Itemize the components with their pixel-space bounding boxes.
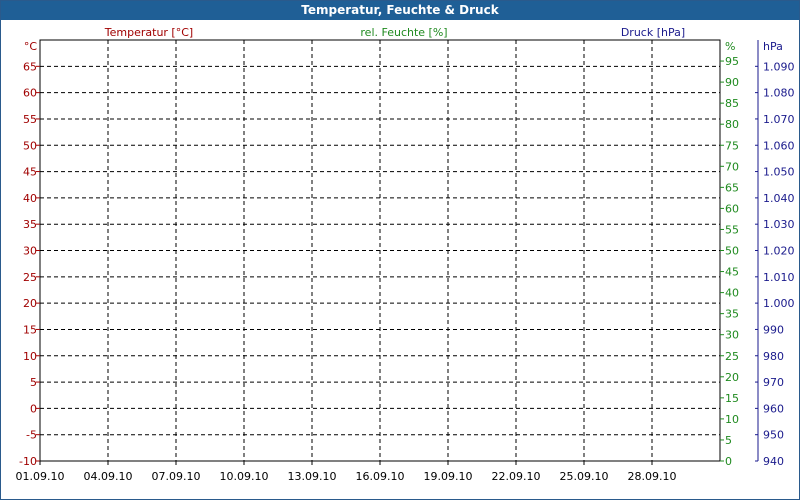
pressure-tick-label: 1.090	[763, 60, 795, 73]
humidity-tick-label: 0	[725, 455, 732, 468]
humidity-tick-label: 20	[725, 371, 739, 384]
temperature-unit: °C	[24, 40, 38, 53]
humidity-tick-label: 10	[725, 413, 739, 426]
pressure-tick-label: 1.010	[763, 271, 795, 284]
humidity-tick-label: 75	[725, 139, 739, 152]
humidity-axis: 0 5 10 15 20 25 30 35 40 45 50 55 60 65 70 75 80 85 90 95	[720, 55, 739, 468]
pressure-unit: hPa	[763, 40, 783, 53]
pressure-tick-label: 1.080	[763, 87, 795, 100]
humidity-tick-label: 90	[725, 76, 739, 89]
humidity-tick-label: 80	[725, 118, 739, 131]
temperature-tick-label: 35	[23, 218, 37, 231]
x-tick-label: 07.09.10	[152, 470, 201, 483]
temperature-tick-label: -10	[19, 455, 37, 468]
x-tick-label: 04.09.10	[84, 470, 133, 483]
temperature-axis-title: Temperatur [°C]	[104, 26, 193, 39]
temperature-tick-label: 20	[23, 297, 37, 310]
humidity-tick-label: 55	[725, 223, 739, 236]
humidity-tick-label: 85	[725, 97, 739, 110]
temperature-axis: -10 -5 0 5 10 15 20 25 30 35 40 45 50 55 60 65	[19, 60, 40, 468]
pressure-tick-label: 980	[763, 350, 784, 363]
pressure-tick-label: 960	[763, 402, 784, 415]
x-tick-label: 19.09.10	[424, 470, 473, 483]
x-tick-label: 22.09.10	[492, 470, 541, 483]
temperature-tick-label: 50	[23, 139, 37, 152]
humidity-unit: %	[725, 40, 735, 53]
x-tick-label: 13.09.10	[288, 470, 337, 483]
pressure-axis: 940 950 960 970 980 990 1.000 1.010 1.020 1.030 1.…	[755, 40, 795, 468]
pressure-tick-label: 1.040	[763, 192, 795, 205]
humidity-tick-label: 15	[725, 392, 739, 405]
temperature-tick-label: 10	[23, 350, 37, 363]
x-tick-label: 16.09.10	[356, 470, 405, 483]
temperature-tick-label: 0	[30, 402, 37, 415]
temperature-tick-label: 25	[23, 271, 37, 284]
grid-lines	[40, 40, 720, 462]
pressure-tick-label: 950	[763, 429, 784, 442]
humidity-tick-label: 5	[725, 434, 732, 447]
temperature-tick-label: 5	[30, 376, 37, 389]
x-axis: 01.09.10 04.09.10 07.09.10 10.09.10 13.09.10…	[16, 461, 677, 483]
pressure-tick-label: 1.030	[763, 218, 795, 231]
x-tick-label: 25.09.10	[560, 470, 609, 483]
x-tick-label: 10.09.10	[220, 470, 269, 483]
temperature-tick-label: -5	[26, 429, 37, 442]
temperature-tick-label: 30	[23, 245, 37, 258]
pressure-tick-label: 970	[763, 376, 784, 389]
humidity-tick-label: 35	[725, 308, 739, 321]
humidity-tick-label: 50	[725, 245, 739, 258]
temperature-tick-label: 65	[23, 60, 37, 73]
humidity-tick-label: 60	[725, 202, 739, 215]
temperature-tick-label: 40	[23, 192, 37, 205]
humidity-tick-label: 30	[725, 329, 739, 342]
pressure-tick-label: 1.000	[763, 297, 795, 310]
pressure-tick-label: 1.050	[763, 166, 795, 179]
pressure-tick-label: 1.060	[763, 139, 795, 152]
temperature-tick-label: 60	[23, 87, 37, 100]
humidity-tick-label: 40	[725, 287, 739, 300]
pressure-tick-label: 940	[763, 455, 784, 468]
temperature-tick-label: 55	[23, 113, 37, 126]
pressure-tick-label: 1.070	[763, 113, 795, 126]
temperature-tick-label: 45	[23, 166, 37, 179]
x-tick-label: 01.09.10	[16, 470, 65, 483]
humidity-axis-title: rel. Feuchte [%]	[360, 26, 447, 39]
chart-svg: -10 -5 0 5 10 15 20 25 30 35 40 45 50 55 60 65 0 5 10 15 20…	[16, 26, 795, 483]
humidity-tick-label: 65	[725, 181, 739, 194]
humidity-tick-label: 95	[725, 55, 739, 68]
humidity-tick-label: 25	[725, 350, 739, 363]
pressure-tick-label: 1.020	[763, 245, 795, 258]
pressure-axis-title: Druck [hPa]	[621, 26, 685, 39]
temperature-tick-label: 15	[23, 323, 37, 336]
humidity-tick-label: 45	[725, 266, 739, 279]
x-tick-label: 28.09.10	[628, 470, 677, 483]
humidity-tick-label: 70	[725, 160, 739, 173]
pressure-tick-label: 990	[763, 323, 784, 336]
